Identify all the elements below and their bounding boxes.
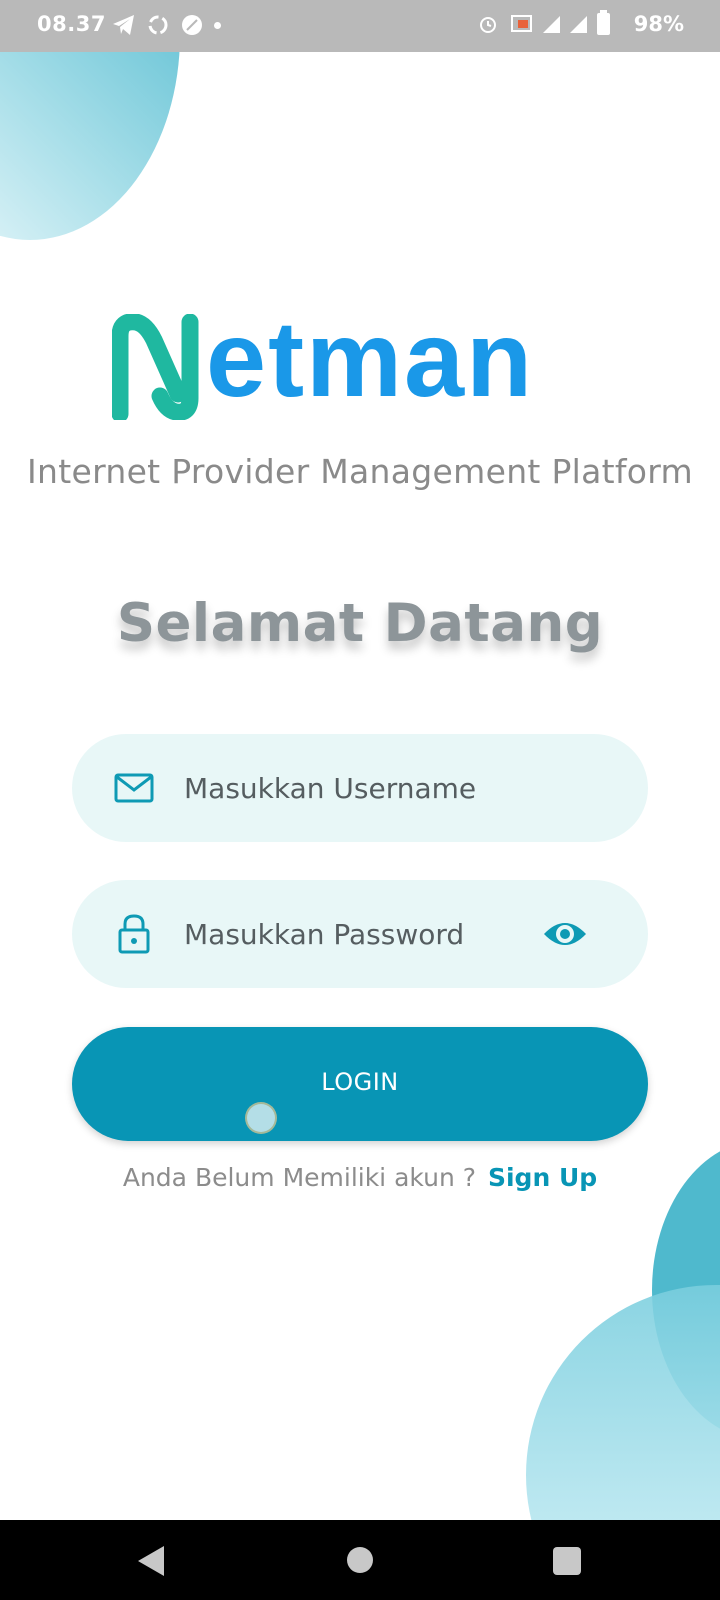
back-icon[interactable] — [138, 1546, 164, 1576]
netman-logo: etman — [108, 298, 628, 450]
username-field[interactable] — [72, 734, 648, 842]
signal-icon — [543, 15, 560, 33]
password-input[interactable] — [184, 904, 524, 964]
signal-icon — [570, 15, 587, 33]
recents-icon[interactable] — [553, 1547, 581, 1575]
cast-icon — [511, 15, 532, 32]
signup-link[interactable]: Sign Up — [488, 1163, 597, 1192]
tagline: Internet Provider Management Platform — [26, 452, 694, 491]
signup-prompt: Anda Belum Memiliki akun ? — [122, 1163, 477, 1192]
status-bar: 08.37 98% — [0, 0, 720, 52]
eye-icon[interactable] — [542, 914, 588, 954]
status-system-icons — [477, 10, 610, 35]
logo-wordmark: etman — [206, 298, 535, 419]
status-notification-icons — [112, 13, 221, 37]
home-icon[interactable] — [347, 1547, 373, 1573]
login-screen: 08.37 98% etman Internet Provider Manage… — [0, 0, 720, 1600]
logo-initial-n — [112, 314, 199, 420]
battery-percentage: 98% — [633, 12, 684, 36]
leaf-icon — [182, 15, 202, 35]
welcome-heading: Selamat Datang — [116, 593, 604, 654]
sync-icon — [148, 15, 168, 35]
signup-row: Anda Belum Memiliki akun ? Sign Up — [0, 1163, 720, 1192]
mail-icon — [114, 773, 154, 803]
username-input[interactable] — [184, 758, 524, 818]
battery-icon — [597, 10, 610, 35]
lock-icon — [118, 914, 150, 954]
alarm-icon — [480, 17, 496, 33]
login-button[interactable]: LOGIN — [72, 1027, 648, 1141]
password-field[interactable] — [72, 880, 648, 988]
dot-icon — [214, 21, 221, 29]
navigation-bar — [0, 1520, 720, 1600]
touch-indicator — [245, 1102, 277, 1134]
status-time: 08.37 — [37, 12, 106, 36]
telegram-icon — [113, 15, 134, 35]
